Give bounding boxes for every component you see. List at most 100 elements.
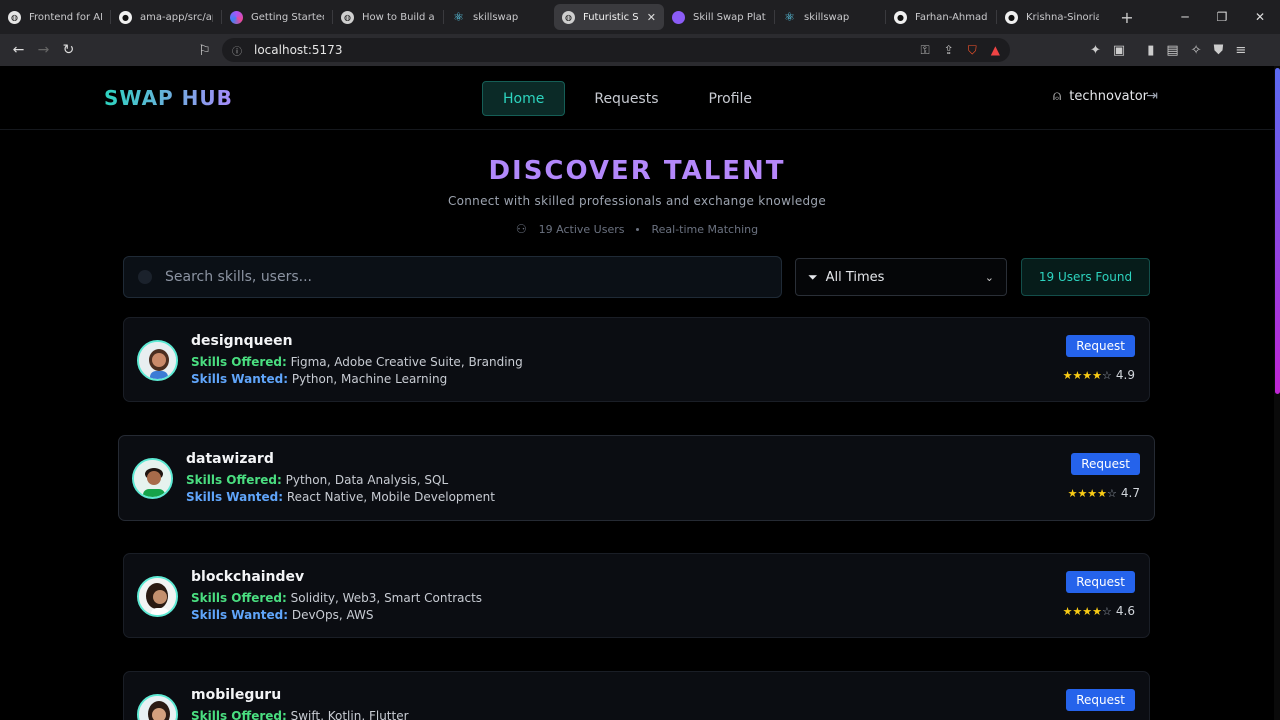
user-icon: ⍝ (1052, 88, 1062, 104)
github-icon: ● (1005, 10, 1018, 24)
user-menu[interactable]: ⍝ technovator (1053, 88, 1148, 104)
tab-title: How to Build a (362, 11, 435, 23)
close-icon[interactable]: ✕ (647, 11, 656, 24)
skills-wanted-row: Skills Wanted: Python, Machine Learning (191, 372, 447, 386)
request-button[interactable]: Request (1066, 335, 1135, 357)
browser-tab[interactable]: ● Krishna-Sinoria (997, 4, 1107, 30)
site-info-icon[interactable]: ⓘ (232, 43, 242, 58)
browser-tab[interactable]: ⚛ skillswap (444, 4, 554, 30)
close-window-icon[interactable]: ✕ (1241, 0, 1279, 34)
nav-link-home[interactable]: Home (482, 81, 566, 116)
tab-title: Skill Swap Platf (693, 11, 766, 23)
rating-value: 4.9 (1115, 368, 1135, 382)
rating: ★★★★☆ 4.6 (1063, 604, 1135, 618)
browser-tab[interactable]: Getting Started (222, 4, 332, 30)
skills-offered-label: Skills Offered: (186, 473, 282, 487)
skills-offered-value: Swift, Kotlin, Flutter (290, 709, 409, 720)
menu-icon[interactable]: ≡ (1235, 43, 1246, 58)
users-icon: ⚇ (515, 222, 527, 236)
skills-offered-value: Python, Data Analysis, SQL (285, 473, 449, 487)
brave-rewards-icon[interactable]: ▲ (991, 43, 1000, 57)
brand-logo[interactable]: SWAP HUB (104, 86, 233, 110)
forward-arrow-icon[interactable]: → (31, 38, 56, 63)
availability-filter-select[interactable]: ⏷ All Times ⌄ (795, 258, 1007, 296)
maximize-icon[interactable]: ❐ (1203, 0, 1241, 34)
skills-wanted-label: Skills Wanted: (191, 372, 288, 386)
bookmark-icon[interactable]: ⚐ (192, 38, 217, 63)
scrollbar-thumb[interactable] (1275, 68, 1280, 394)
skills-wanted-row: Skills Wanted: React Native, Mobile Deve… (186, 490, 495, 504)
rating-value: 4.6 (1115, 604, 1135, 618)
search-input[interactable]: Search skills, users... (123, 256, 782, 298)
skills-offered-row: Skills Offered: Swift, Kotlin, Flutter (191, 709, 409, 720)
back-arrow-icon[interactable]: ← (6, 38, 31, 63)
rating: ★★★★☆ 4.9 (1063, 368, 1135, 382)
filter-icon: ⏷ (808, 269, 818, 284)
browser-toolbar: ← → ↻ ⚐ ⓘ localhost:5173 ⚿ ⇪ ⛉ ▲ ✦ ▣ ▮ ▤… (0, 34, 1280, 66)
url-bar[interactable]: ⓘ localhost:5173 ⚿ ⇪ ⛉ ▲ (222, 38, 1010, 62)
nav-links: Home Requests Profile (482, 81, 773, 116)
user-name[interactable]: blockchaindev (191, 569, 304, 585)
chevron-down-icon: ⌄ (984, 270, 994, 284)
skills-wanted-label: Skills Wanted: (186, 490, 283, 504)
app-icon (672, 10, 685, 24)
tab-title: skillswap (804, 11, 850, 23)
user-card: blockchaindev Skills Offered: Solidity, … (123, 553, 1150, 638)
request-button[interactable]: Request (1066, 689, 1135, 711)
key-icon[interactable]: ⚿ (921, 43, 930, 58)
search-icon (138, 270, 152, 284)
wallet-icon[interactable]: ▤ (1166, 43, 1178, 58)
skills-wanted-label: Skills Wanted: (191, 608, 288, 622)
user-name[interactable]: datawizard (186, 451, 274, 467)
request-button[interactable]: Request (1071, 453, 1140, 475)
app-viewport: SWAP HUB Home Requests Profile ⍝ technov… (0, 66, 1280, 720)
request-button[interactable]: Request (1066, 571, 1135, 593)
skills-offered-label: Skills Offered: (191, 355, 287, 369)
nav-link-requests[interactable]: Requests (573, 81, 679, 116)
browser-tab-bar: ◍ Frontend for AI ● ama-app/src/ap Getti… (0, 0, 1280, 34)
browser-tab-active[interactable]: ◍ Futuristic S ✕ (554, 4, 664, 30)
browser-tab[interactable]: Skill Swap Platf (664, 4, 774, 30)
leo-ai-icon[interactable]: ✧ (1191, 43, 1202, 58)
sidebar-icon[interactable]: ▮ (1147, 43, 1154, 58)
tab-title: Farhan-Ahmad (915, 11, 988, 23)
tab-title: Frontend for AI (29, 11, 102, 23)
browser-tab[interactable]: ● Farhan-Ahmad (886, 4, 996, 30)
react-icon: ⚛ (453, 10, 464, 24)
vpn-icon[interactable]: ⛊ (1214, 43, 1224, 58)
browser-tab[interactable]: ◍ Frontend for AI (0, 4, 110, 30)
hero-stats: ⚇ 19 Active Users Real-time Matching (0, 222, 1274, 236)
rating-value: 4.7 (1120, 486, 1140, 500)
browser-tab[interactable]: ◍ How to Build a (333, 4, 443, 30)
github-icon: ● (894, 10, 907, 24)
user-name[interactable]: designqueen (191, 333, 293, 349)
tab-title: Krishna-Sinoria (1026, 11, 1099, 23)
avatar[interactable] (137, 340, 178, 381)
avatar[interactable] (137, 694, 178, 720)
brave-shield-icon[interactable]: ⛉ (968, 43, 977, 58)
browser-extensions: ✦ ▣ ▮ ▤ ✧ ⛊ ≡ (1090, 34, 1246, 66)
user-name[interactable]: mobileguru (191, 687, 281, 703)
tab-title: Futuristic S (583, 11, 639, 23)
browser-tab[interactable]: ● ama-app/src/ap (111, 4, 221, 30)
tab-title: skillswap (473, 11, 519, 23)
skills-wanted-value: React Native, Mobile Development (286, 490, 495, 504)
browser-tab[interactable]: ⚛ skillswap (775, 4, 885, 30)
scrollbar[interactable] (1274, 66, 1280, 720)
reload-icon[interactable]: ↻ (56, 38, 81, 63)
avatar[interactable] (137, 576, 178, 617)
url-bar-actions: ⚿ ⇪ ⛉ ▲ (921, 38, 1000, 62)
skills-wanted-value: DevOps, AWS (291, 608, 374, 622)
nav-link-profile[interactable]: Profile (688, 81, 774, 116)
extensions-icon[interactable]: ✦ (1090, 43, 1101, 58)
minimize-icon[interactable]: ─ (1166, 0, 1204, 34)
logout-icon[interactable]: ⇥ (1146, 88, 1158, 104)
new-tab-button[interactable]: + (1113, 8, 1141, 27)
separator-dot (636, 227, 640, 231)
skills-offered-value: Solidity, Web3, Smart Contracts (290, 591, 483, 605)
star-rating-icons: ★★★★☆ (1062, 368, 1112, 382)
screenshot-icon[interactable]: ▣ (1113, 43, 1125, 58)
avatar[interactable] (132, 458, 173, 499)
share-icon[interactable]: ⇪ (944, 43, 954, 57)
tab-title: Getting Started (251, 11, 324, 23)
